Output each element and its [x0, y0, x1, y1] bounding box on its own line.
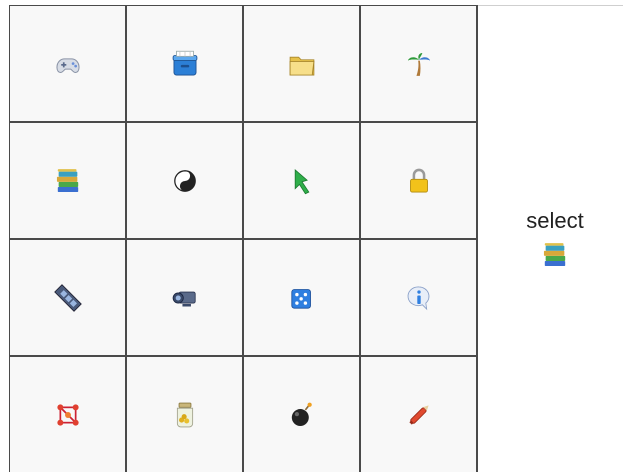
- padlock-icon: [409, 168, 428, 192]
- grid-cell-yinyang[interactable]: [127, 123, 244, 240]
- book-stack-icon: [56, 168, 78, 192]
- grid-cell-molecule[interactable]: [10, 357, 127, 472]
- pen-icon: [408, 404, 429, 425]
- grid-cell-camera[interactable]: [127, 240, 244, 357]
- video-camera-icon: [172, 291, 196, 306]
- palm-tree-icon: [407, 52, 430, 76]
- folder-icon: [289, 56, 314, 75]
- yin-yang-icon: [173, 169, 196, 192]
- green-bookmark-icon: [294, 168, 309, 194]
- grid-cell-padlock[interactable]: [361, 123, 478, 240]
- selection-prompt: select: [485, 208, 623, 272]
- grid-cell-jar[interactable]: [127, 357, 244, 472]
- film-strip-icon: [53, 283, 82, 312]
- grid-cell-folder[interactable]: [244, 6, 361, 123]
- icon-grid: [9, 5, 478, 472]
- grid-cell-bomb[interactable]: [244, 357, 361, 472]
- grid-cell-books[interactable]: [10, 123, 127, 240]
- grid-cell-info[interactable]: [361, 240, 478, 357]
- book-stack-icon: [543, 243, 566, 267]
- coin-jar-icon: [176, 402, 193, 427]
- grid-cell-dice[interactable]: [244, 240, 361, 357]
- gamepad-icon: [55, 57, 80, 73]
- dice-icon: [290, 288, 311, 309]
- cooler-box-icon: [172, 50, 197, 75]
- grid-cell-bookmark[interactable]: [244, 123, 361, 240]
- grid-cell-cooler[interactable]: [127, 6, 244, 123]
- info-bubble-icon: [407, 286, 429, 310]
- instruction-label: select: [526, 208, 584, 233]
- grid-cell-gamepad[interactable]: [10, 6, 127, 123]
- molecule-icon: [56, 403, 79, 426]
- grid-cell-palm[interactable]: [361, 6, 478, 123]
- grid-cell-pen[interactable]: [361, 357, 478, 472]
- grid-cell-film[interactable]: [10, 240, 127, 357]
- top-divider: [478, 5, 623, 6]
- bomb-icon: [291, 402, 312, 426]
